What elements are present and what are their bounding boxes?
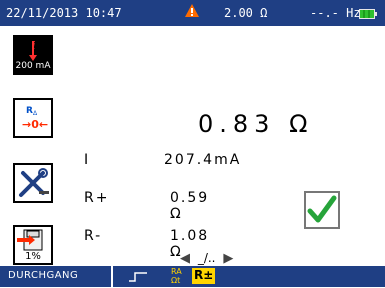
current-row-value: 207.4mA	[164, 152, 242, 168]
page-navigator: ◀ _/.. ▶	[180, 251, 233, 266]
ra-mode-icon[interactable]: RA Ωt	[171, 267, 182, 285]
resistance-readout: 2.00 Ω	[224, 6, 268, 20]
r-plus-label: R+	[84, 190, 110, 206]
datetime: 22/11/2013 10:47	[6, 6, 122, 20]
tools-icon	[19, 168, 49, 197]
next-page-icon[interactable]: ▶	[223, 251, 233, 266]
svg-text:Δ: Δ	[33, 110, 38, 117]
main-resistance-value: 0.83 Ω	[198, 110, 314, 138]
save-button[interactable]: 1%	[13, 225, 53, 265]
frequency-readout: --.- Hz	[310, 6, 361, 20]
r-plus-minus-mode-button[interactable]: R±	[192, 268, 216, 284]
save-percent: 1%	[25, 251, 41, 262]
battery-icon	[359, 8, 377, 22]
mode-separator	[111, 266, 113, 287]
ra-label-top: RA	[171, 267, 182, 276]
save-icon	[17, 229, 43, 251]
current-label: 200 mA	[15, 61, 51, 71]
status-bar: 22/11/2013 10:47 2.00 Ω --.- Hz	[0, 0, 385, 26]
page-indicator: _/..	[197, 251, 216, 265]
zero-lead-icon: R Δ →0←	[22, 106, 48, 131]
r-minus-label: R-	[84, 228, 103, 244]
svg-text:→0←: →0←	[22, 118, 48, 131]
test-current-button[interactable]: i 200 mA	[13, 35, 53, 75]
r-plus-value: 0.59 Ω	[170, 190, 210, 222]
waveform-icon[interactable]	[127, 267, 153, 288]
svg-text:i: i	[32, 39, 36, 52]
mode-bar: DURCHGANG RA Ωt R±	[0, 266, 385, 287]
settings-button[interactable]	[13, 163, 53, 203]
checkmark-icon	[307, 195, 337, 223]
svg-text:R: R	[26, 106, 33, 116]
warning-triangle-icon	[184, 3, 200, 22]
prev-page-icon[interactable]: ◀	[180, 251, 190, 266]
mode-label: DURCHGANG	[8, 270, 79, 281]
ra-label-bottom: Ωt	[171, 276, 181, 285]
current-row-label: I	[84, 152, 91, 168]
result-ok-badge	[304, 191, 340, 229]
zero-lead-button[interactable]: R Δ →0←	[13, 98, 53, 138]
